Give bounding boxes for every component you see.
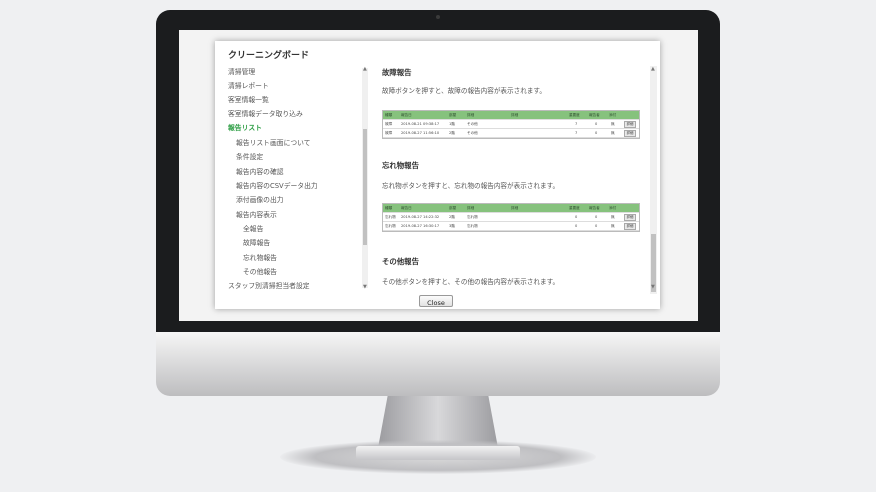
table-cell: 0 <box>595 131 598 135</box>
table-row: 故障 2019-08-21 09:38:17 1階 その他 7 0 無 詳細 <box>383 120 639 129</box>
table-cell: 2019-08-21 09:38:17 <box>401 122 440 126</box>
table-header-cell: 詳細 <box>511 113 519 117</box>
table-header-cell: 重要度 <box>569 113 580 117</box>
table-cell: 2階 <box>449 215 455 219</box>
nav-item-cleaning-management[interactable]: 清掃管理 <box>228 66 255 76</box>
table-cell: 故障 <box>385 122 393 126</box>
table-header-cell: 種類 <box>385 206 393 210</box>
table-cell: 無 <box>611 131 615 135</box>
detail-button[interactable]: 詳細 <box>624 130 636 137</box>
nav-item-other-reports[interactable]: その他報告 <box>243 266 277 276</box>
table-header-cell: 種類 <box>385 113 393 117</box>
detail-button[interactable]: 詳細 <box>624 214 636 221</box>
table-cell: 3階 <box>449 224 455 228</box>
lost-item-report-table: 種類 報告日 部屋 詳細 詳細 重要度 報告者 添付 忘れ物 2019-08-2… <box>382 203 640 232</box>
table-cell: 無 <box>611 215 615 219</box>
help-content: 故障報告 故障ボタンを押すと、故障の報告内容が表示されます。 種類 報告日 部屋… <box>378 63 650 291</box>
table-cell: 0 <box>575 215 578 219</box>
section-desc-lost-item: 忘れ物ボタンを押すと、忘れ物の報告内容が表示されます。 <box>382 182 560 190</box>
help-modal: クリーニングボード 清掃管理 清掃レポート 客室情報一覧 客室情報データ取り込み… <box>215 41 660 309</box>
nav-item-report-display[interactable]: 報告内容表示 <box>236 209 277 219</box>
close-button[interactable]: Close <box>419 295 453 307</box>
table-cell: その他 <box>467 131 478 135</box>
table-header-row: 種類 報告日 部屋 詳細 詳細 重要度 報告者 添付 <box>383 111 639 120</box>
nav-item-image-export[interactable]: 添付画像の出力 <box>236 194 284 204</box>
table-cell: 忘れ物 <box>467 224 478 228</box>
table-header-cell: 報告日 <box>401 113 412 117</box>
up-arrow-icon[interactable]: ▲ <box>651 66 655 72</box>
table-header-cell: 部屋 <box>449 113 457 117</box>
table-cell: 0 <box>575 224 578 228</box>
table-header-cell: 詳細 <box>511 206 519 210</box>
table-cell: 7 <box>575 131 578 135</box>
nav-item-room-data-import[interactable]: 客室情報データ取り込み <box>228 108 303 118</box>
section-title-lost-item: 忘れ物報告 <box>382 161 419 170</box>
failure-report-table: 種類 報告日 部屋 詳細 詳細 重要度 報告者 添付 故障 2019-08-21… <box>382 110 640 139</box>
nav-item-failure-reports[interactable]: 故障報告 <box>243 237 270 247</box>
monitor-chin <box>156 332 720 396</box>
table-cell: 2019-08-27 14:22:32 <box>401 215 440 219</box>
modal-title: クリーニングボード <box>228 51 310 61</box>
nav-scrollbar[interactable] <box>362 68 368 288</box>
table-header-cell: 報告者 <box>589 206 600 210</box>
table-cell: 無 <box>611 122 615 126</box>
section-title-other: その他報告 <box>382 257 419 266</box>
nav-item-staff-settings[interactable]: スタッフ別清掃担当者設定 <box>228 280 310 290</box>
table-header-cell: 添付 <box>609 113 617 117</box>
nav-item-all-reports[interactable]: 全報告 <box>243 223 263 233</box>
table-cell: 2019-08-27 11:56:10 <box>401 131 440 135</box>
table-cell: 7 <box>575 122 578 126</box>
table-cell: 忘れ物 <box>385 215 396 219</box>
nav-item-csv-export[interactable]: 報告内容のCSVデータ出力 <box>236 180 318 190</box>
down-arrow-icon[interactable]: ▼ <box>363 284 367 290</box>
table-header-cell: 報告者 <box>589 113 600 117</box>
table-header-cell: 報告日 <box>401 206 412 210</box>
table-header-cell: 詳細 <box>467 206 475 210</box>
content-scrollbar[interactable] <box>650 66 657 294</box>
up-arrow-icon[interactable]: ▲ <box>363 66 367 72</box>
table-cell: 0 <box>595 122 598 126</box>
nav-item-condition-settings[interactable]: 条件設定 <box>236 151 263 161</box>
table-cell: その他 <box>467 122 478 126</box>
section-desc-other: その他ボタンを押すと、その他の報告内容が表示されます。 <box>382 278 560 286</box>
nav-item-room-info-list[interactable]: 客室情報一覧 <box>228 94 269 104</box>
table-cell: 2階 <box>449 131 455 135</box>
down-arrow-icon[interactable]: ▼ <box>651 284 655 290</box>
table-cell: 忘れ物 <box>385 224 396 228</box>
table-row: 故障 2019-08-27 11:56:10 2階 その他 7 0 無 詳細 <box>383 129 639 138</box>
monitor-foot <box>356 446 520 460</box>
nav-scrollbar-thumb[interactable] <box>363 129 367 245</box>
section-title-failure: 故障報告 <box>382 68 412 77</box>
detail-button[interactable]: 詳細 <box>624 223 636 230</box>
table-header-cell: 部屋 <box>449 206 457 210</box>
table-cell: 故障 <box>385 131 393 135</box>
table-cell: 忘れ物 <box>467 215 478 219</box>
table-header-cell: 詳細 <box>467 113 475 117</box>
nav-item-report-list[interactable]: 報告リスト <box>228 122 262 132</box>
table-cell: 2019-08-27 16:30:17 <box>401 224 440 228</box>
table-header-cell: 添付 <box>609 206 617 210</box>
table-row: 忘れ物 2019-08-27 16:30:17 3階 忘れ物 0 0 無 詳細 <box>383 222 639 231</box>
nav-tree: 清掃管理 清掃レポート 客室情報一覧 客室情報データ取り込み 報告リスト 報告リ… <box>215 65 367 291</box>
detail-button[interactable]: 詳細 <box>624 121 636 128</box>
table-cell: 0 <box>595 215 598 219</box>
nav-item-report-list-about[interactable]: 報告リスト画面について <box>236 137 311 147</box>
nav-item-lost-item-reports[interactable]: 忘れ物報告 <box>243 252 277 262</box>
table-header-cell: 重要度 <box>569 206 580 210</box>
table-row: 忘れ物 2019-08-27 14:22:32 2階 忘れ物 0 0 無 詳細 <box>383 213 639 222</box>
camera-icon <box>436 15 440 19</box>
section-desc-failure: 故障ボタンを押すと、故障の報告内容が表示されます。 <box>382 87 546 95</box>
table-header-row: 種類 報告日 部屋 詳細 詳細 重要度 報告者 添付 <box>383 204 639 213</box>
table-cell: 1階 <box>449 122 455 126</box>
table-cell: 0 <box>595 224 598 228</box>
nav-item-report-check[interactable]: 報告内容の確認 <box>236 166 284 176</box>
nav-item-cleaning-report[interactable]: 清掃レポート <box>228 80 269 90</box>
table-cell: 無 <box>611 224 615 228</box>
